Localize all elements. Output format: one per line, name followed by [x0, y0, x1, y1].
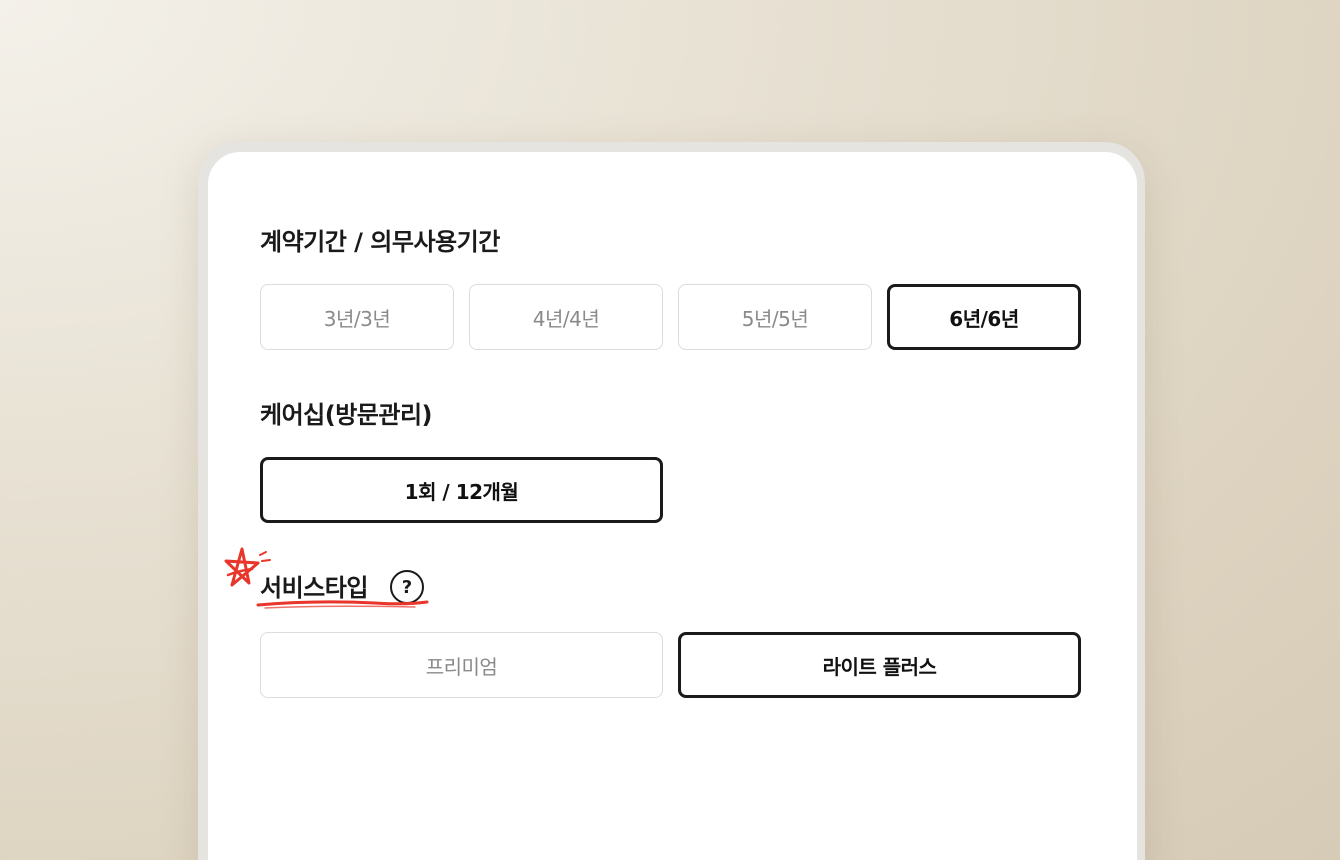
contract-option-3y[interactable]: 3년/3년 — [260, 284, 454, 350]
service-type-option-lite-plus[interactable]: 라이트 플러스 — [678, 632, 1081, 698]
contract-option-5y[interactable]: 5년/5년 — [678, 284, 872, 350]
red-underline-mark — [256, 600, 429, 609]
contract-period-title: 계약기간 / 의무사용기간 — [260, 228, 500, 256]
service-type-option-premium[interactable]: 프리미엄 — [260, 632, 663, 698]
careship-title: 케어십(방문관리) — [260, 401, 433, 429]
contract-option-4y[interactable]: 4년/4년 — [469, 284, 663, 350]
careship-option-1x12m[interactable]: 1회 / 12개월 — [260, 457, 663, 523]
contract-option-6y[interactable]: 6년/6년 — [887, 284, 1081, 350]
